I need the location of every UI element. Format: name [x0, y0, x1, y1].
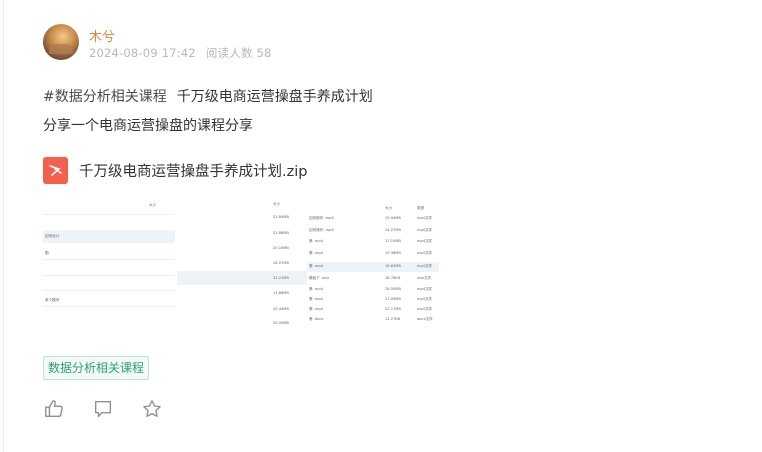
t3-row-8-size: 21.05MB — [385, 297, 401, 301]
t3-row-5-size: 18.62MB — [385, 264, 401, 268]
pdf-style-file-icon — [43, 157, 68, 184]
read-count: 阅读人数 58 — [205, 46, 272, 60]
t3-row-4-name: 第 .mp4 — [309, 251, 323, 255]
t3-row-7-size: 28.50MB — [385, 287, 401, 291]
t3-row-9-name: 第 .mp4 — [309, 307, 323, 311]
thumbnail-1[interactable]: 大小 如何设计 图 某个模块 — [43, 197, 177, 331]
t1-highlight-row — [43, 230, 175, 243]
t3-row-6-name: 模板下 .xlsx — [309, 276, 330, 280]
screenshot-thumbnails[interactable]: 大小 如何设计 图 某个模块 大小 23.84MB 23.88MB 20.16M… — [43, 197, 439, 331]
t2-size-7: 20.44MB — [273, 307, 289, 311]
t3-header-size: 大小 — [385, 206, 393, 210]
t2-size-5: 31.21MB — [273, 276, 289, 280]
author-name[interactable]: 木兮 — [89, 26, 115, 45]
t2-size-8: 20.50MB — [273, 321, 289, 325]
t2-size-1: 23.84MB — [273, 215, 289, 219]
post-body: 分享一个电商运营操盘的课程分享 — [43, 118, 253, 134]
t2-size-2: 23.88MB — [273, 231, 289, 235]
t2-header: 大小 — [273, 202, 281, 206]
post-date: 2024-08-09 17:42 — [89, 46, 196, 60]
t3-row-7-name: 第 .mp4 — [309, 287, 323, 291]
t3-row-5-type: mp4文件 — [417, 264, 433, 268]
t3-row-1-size: 19.94MB — [385, 216, 401, 220]
topic-tag[interactable]: 数据分析相关课程 — [43, 356, 150, 380]
t1-row-2: 图 — [45, 251, 49, 255]
t3-row-5-name: 第 .mp4 — [309, 264, 323, 268]
t2-size-4: 26.07MB — [273, 261, 289, 265]
left-border — [3, 0, 4, 452]
favorite-star-icon[interactable] — [141, 398, 163, 420]
thumbnail-2[interactable]: 大小 23.84MB 23.88MB 20.16MB 26.07MB 31.21… — [177, 197, 307, 331]
t1-header: 大小 — [149, 203, 157, 207]
t3-row-2-name: 如何操作 .mp4 — [309, 228, 334, 232]
t3-row-7-type: mp4文件 — [417, 287, 433, 291]
t3-row-8-type: mp4文件 — [417, 297, 433, 301]
t3-row-6-type: xlsx文件 — [417, 276, 432, 280]
t3-row-2-type: mp4文件 — [417, 228, 433, 232]
attachment-file-name: 千万级电商运营操盘手养成计划.zip — [79, 164, 308, 180]
t3-row-8-name: 第 .mp4 — [309, 297, 323, 301]
thumbnail-3[interactable]: 大小 类型 如何制作 .mp4 19.94MB mp4文件 如何操作 .mp4 … — [307, 197, 439, 331]
post-meta: 2024-08-09 17:42 阅读人数 58 — [89, 45, 272, 61]
avatar[interactable] — [43, 24, 79, 60]
attachment[interactable]: 千万级电商运营操盘手养成计划.zip — [43, 157, 307, 184]
t3-row-4-type: mp4文件 — [417, 251, 433, 255]
topic-hashtag[interactable]: #数据分析相关课程 — [43, 89, 167, 105]
t3-row-1-name: 如何制作 .mp4 — [309, 216, 334, 220]
t1-row-1: 如何设计 — [45, 234, 60, 238]
t3-row-3-type: mp4文件 — [417, 239, 433, 243]
t2-size-6: 11.68MB — [273, 291, 289, 295]
t3-row-4-size: 19.38MB — [385, 251, 401, 255]
t2-size-3: 20.16MB — [273, 246, 289, 250]
t3-row-6-size: 18.78KB — [385, 276, 401, 280]
post-title: 千万级电商运营操盘手养成计划 — [176, 89, 373, 105]
t3-row-3-name: 第 .mp4 — [309, 239, 323, 243]
t3-row-2-size: 24.07MB — [385, 228, 401, 232]
post-title-line: #数据分析相关课程 千万级电商运营操盘手养成计划 — [43, 86, 373, 106]
t3-row-3-size: 17.10MB — [385, 239, 401, 243]
t3-row-10-size: 12.27KB — [385, 317, 401, 321]
action-bar — [43, 398, 190, 420]
comment-icon[interactable] — [92, 398, 114, 420]
t3-row-10-name: 第 .docx — [309, 317, 324, 321]
t3-row-9-type: mp4文件 — [417, 307, 433, 311]
t3-row-9-size: 22.17MB — [385, 307, 401, 311]
t3-row-1-type: mp4文件 — [417, 216, 433, 220]
t3-row-10-type: docx文件 — [417, 317, 433, 321]
t3-header-type: 类型 — [417, 206, 425, 210]
like-icon[interactable] — [43, 398, 65, 420]
t1-row-3: 某个模块 — [45, 298, 60, 302]
